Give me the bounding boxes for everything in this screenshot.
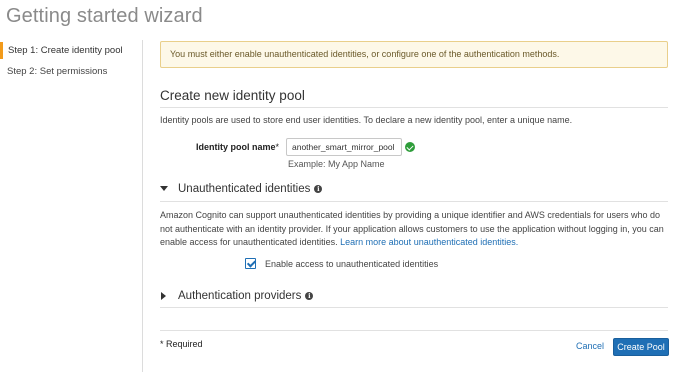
required-note: * Required [160, 339, 203, 349]
pool-name-label: Identity pool name* [196, 142, 280, 152]
divider [160, 201, 668, 202]
sidebar-step-create-identity-pool[interactable]: Step 1: Create identity pool [0, 42, 143, 59]
required-mark: * [275, 142, 280, 152]
caret-down-icon [160, 186, 168, 192]
cancel-link[interactable]: Cancel [576, 341, 604, 351]
sidebar-step-set-permissions[interactable]: Step 2: Set permissions [0, 63, 143, 80]
info-icon[interactable]: i [305, 292, 314, 300]
unauthenticated-identities-toggle[interactable]: Unauthenticated identities i [160, 183, 323, 195]
section-description: Identity pools are used to store end use… [160, 115, 573, 125]
warning-alert: You must either enable unauthenticated i… [160, 41, 668, 68]
check-circle-icon [405, 142, 415, 152]
page-title: Getting started wizard [6, 5, 203, 27]
divider [160, 330, 668, 331]
authentication-providers-title: Authentication providers [178, 290, 302, 302]
divider [160, 107, 668, 108]
unauthenticated-identities-title: Unauthenticated identities [178, 183, 311, 195]
wizard-steps-sidebar: Step 1: Create identity pool Step 2: Set… [0, 40, 143, 372]
learn-more-link[interactable]: Learn more about unauthenticated identit… [340, 237, 518, 247]
enable-unauthenticated-label[interactable]: Enable access to unauthenticated identit… [265, 259, 438, 269]
identity-pool-name-input[interactable] [286, 138, 402, 156]
section-title: Create new identity pool [160, 88, 305, 103]
caret-right-icon [161, 291, 166, 300]
info-icon[interactable]: i [314, 185, 323, 193]
create-pool-button[interactable]: Create Pool [613, 338, 669, 356]
divider [160, 307, 668, 308]
unauthenticated-description: Amazon Cognito can support unauthenticat… [160, 210, 664, 247]
pool-name-example: Example: My App Name [288, 159, 385, 169]
authentication-providers-toggle[interactable]: Authentication providers i [160, 290, 314, 302]
enable-unauthenticated-checkbox[interactable] [245, 258, 256, 269]
